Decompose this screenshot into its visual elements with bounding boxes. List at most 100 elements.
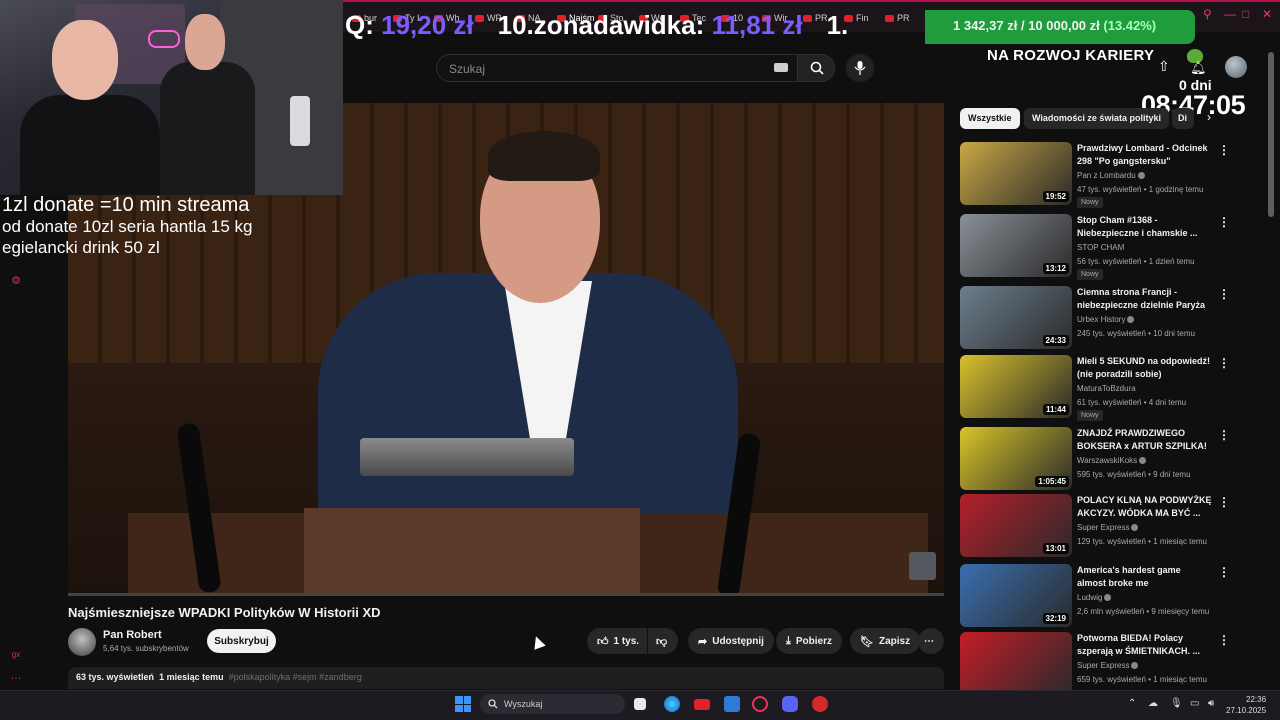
channel-avatar[interactable] bbox=[68, 628, 96, 656]
search-button[interactable] bbox=[797, 54, 835, 82]
maximize-icon[interactable]: □ bbox=[1242, 7, 1249, 21]
video-thumbnail[interactable]: 24:33 bbox=[960, 286, 1072, 349]
recommended-video[interactable]: 24:33 Ciemna strona Francji - niebezpiecz… bbox=[960, 286, 1260, 350]
subscribe-button[interactable]: Subskrybuj bbox=[207, 629, 276, 653]
recommended-video-channel[interactable]: Urbex History bbox=[1077, 315, 1135, 324]
channel-name[interactable]: Pan Robert bbox=[103, 629, 162, 641]
video-thumbnail[interactable]: 1:05:45 bbox=[960, 427, 1072, 490]
sidebar-scrollbar[interactable] bbox=[1268, 52, 1274, 217]
opera-gx-icon[interactable] bbox=[752, 696, 768, 712]
more-options-icon[interactable]: ⋮ bbox=[1218, 215, 1230, 229]
gear-icon[interactable]: ⚙ bbox=[9, 274, 23, 288]
more-options-icon[interactable]: ⋮ bbox=[1218, 287, 1230, 301]
video-thumbnail[interactable]: 19:52 bbox=[960, 142, 1072, 205]
youtube-app-icon[interactable] bbox=[694, 699, 710, 710]
video-duration: 13:12 bbox=[1042, 263, 1069, 274]
recommended-video[interactable]: 19:52 Prawdziwy Lombard - Odcinek 298 "Po… bbox=[960, 142, 1260, 208]
recommended-video-channel[interactable]: Pan z Lombardu bbox=[1077, 171, 1145, 180]
more-options-icon[interactable]: ⋮ bbox=[1218, 495, 1230, 509]
recommended-video-channel[interactable]: WarszawskiKoks bbox=[1077, 456, 1147, 465]
channel-name-text: Pan z Lombardu bbox=[1077, 171, 1136, 180]
recommended-video-channel[interactable]: Super Express bbox=[1077, 661, 1139, 670]
cloud-icon[interactable]: ☁ bbox=[1148, 698, 1158, 709]
recommended-video-title[interactable]: Stop Cham #1368 - Niebezpieczne i chamsk… bbox=[1077, 214, 1212, 240]
more-options-icon[interactable]: ⋮ bbox=[1218, 633, 1230, 647]
more-options-icon[interactable]: ⋮ bbox=[1218, 565, 1230, 579]
microphone-icon bbox=[854, 61, 866, 75]
video-thumbnail[interactable] bbox=[960, 632, 1072, 695]
notifications-bell-icon[interactable]: 🔔︎ bbox=[1190, 60, 1207, 76]
video-duration: 19:52 bbox=[1042, 191, 1069, 202]
dislike-button[interactable]: 👎︎ bbox=[648, 628, 678, 654]
recommended-video[interactable]: 11:44 Mieli 5 SEKUND na odpowiedź! (nie p… bbox=[960, 355, 1260, 421]
webcam-bottle bbox=[290, 96, 310, 146]
recommended-video-title[interactable]: ZNAJDŹ PRAWDZIWEGO BOKSERA x ARTUR SZPIL… bbox=[1077, 427, 1212, 453]
video-thumbnail[interactable]: 13:12 bbox=[960, 214, 1072, 277]
recommended-video-title[interactable]: Potworna BIEDA! Polacy szperają w ŚMIETN… bbox=[1077, 632, 1212, 658]
save-button[interactable]: 🔖︎ Zapisz bbox=[850, 628, 921, 654]
edge-browser-icon[interactable] bbox=[664, 696, 680, 712]
recommended-video-channel[interactable]: MaturaToBzdura bbox=[1077, 384, 1136, 393]
video-progress-bar[interactable] bbox=[68, 593, 944, 596]
voice-search-button[interactable] bbox=[846, 54, 874, 82]
snip-tool-icon[interactable] bbox=[724, 696, 740, 712]
recommended-video-channel[interactable]: Ludwig bbox=[1077, 593, 1112, 602]
recommended-video-title[interactable]: Prawdziwy Lombard - Odcinek 298 "Po gang… bbox=[1077, 142, 1212, 168]
ticker-item: 1. bbox=[827, 10, 849, 48]
chevron-right-icon[interactable]: › bbox=[1207, 110, 1211, 124]
more-options-icon[interactable]: ⋮ bbox=[1218, 143, 1230, 157]
download-button[interactable]: ⤓ Pobierz bbox=[776, 628, 842, 654]
obs-app-icon[interactable] bbox=[812, 696, 828, 712]
chip-all[interactable]: Wszystkie bbox=[960, 108, 1020, 129]
browser-search-icon[interactable]: ⚲ bbox=[1203, 7, 1212, 21]
minimize-icon[interactable]: — bbox=[1224, 7, 1236, 21]
account-avatar[interactable] bbox=[1225, 56, 1247, 78]
task-view-icon[interactable] bbox=[634, 698, 646, 710]
close-window-icon[interactable]: ✕ bbox=[1262, 7, 1272, 21]
recommended-video-channel[interactable]: Super Express bbox=[1077, 523, 1139, 532]
more-options-icon[interactable]: ⋮ bbox=[1218, 428, 1230, 442]
recommended-video-channel[interactable]: STOP CHAM bbox=[1077, 243, 1124, 252]
streamer-2-body bbox=[160, 62, 255, 195]
verified-check-icon bbox=[1127, 316, 1135, 324]
more-actions-button[interactable]: ⋯ bbox=[918, 628, 944, 654]
discord-icon[interactable] bbox=[782, 696, 798, 712]
more-options-icon[interactable]: ⋮ bbox=[1218, 356, 1230, 370]
taskbar-search-icon bbox=[488, 699, 498, 709]
upload-icon[interactable]: ⇧ bbox=[1158, 58, 1170, 75]
recommended-video[interactable]: 32:19 America's hardest game almost broke… bbox=[960, 564, 1260, 628]
search-input[interactable]: Szukaj bbox=[436, 54, 798, 82]
recommended-video[interactable]: 1:05:45 ZNAJDŹ PRAWDZIWEGO BOKSERA x ARTU… bbox=[960, 427, 1260, 491]
share-button[interactable]: ➦ Udostępnij bbox=[688, 628, 774, 654]
recommended-video[interactable]: 13:12 Stop Cham #1368 - Niebezpieczne i c… bbox=[960, 214, 1260, 280]
recommended-video-meta: 245 tys. wyświetleń • 10 dni temu bbox=[1077, 329, 1195, 338]
more-dots-icon[interactable]: … bbox=[9, 670, 23, 684]
video-thumbnail[interactable]: 11:44 bbox=[960, 355, 1072, 418]
taskbar-search-input[interactable]: Wyszukaj bbox=[480, 694, 625, 714]
recommended-video-meta: 595 tys. wyświetleń • 9 dni temu bbox=[1077, 470, 1191, 479]
taskbar-clock[interactable]: 22:36 27.10.2025 bbox=[1226, 694, 1266, 716]
stream-goal-label: NA ROZWOJ KARIERY bbox=[987, 47, 1155, 64]
recommended-video-title[interactable]: POLACY KLNĄ NA PODWYŻKĘ AKCYZY. WÓDKA MA… bbox=[1077, 494, 1212, 520]
recommended-video-title[interactable]: Mieli 5 SEKUND na odpowiedź! (nie poradz… bbox=[1077, 355, 1212, 381]
new-badge: Nowy bbox=[1077, 410, 1103, 421]
chip-more[interactable]: Di bbox=[1172, 108, 1194, 129]
chip-politics-news[interactable]: Wiadomości ze świata polityki bbox=[1024, 108, 1169, 129]
verified-check-icon bbox=[1137, 172, 1145, 180]
windows-start-icon[interactable] bbox=[455, 696, 471, 712]
description-tags[interactable]: #polskapolityka #sejm #zandberg bbox=[229, 672, 362, 682]
like-button[interactable]: 👍︎ 1 tys. bbox=[587, 628, 647, 654]
tray-chevron-icon[interactable]: ⌃ bbox=[1128, 698, 1136, 709]
video-thumbnail[interactable]: 13:01 bbox=[960, 494, 1072, 557]
video-thumbnail[interactable]: 32:19 bbox=[960, 564, 1072, 627]
recommended-video[interactable]: 13:01 POLACY KLNĄ NA PODWYŻKĘ AKCYZY. WÓD… bbox=[960, 494, 1260, 558]
keyboard-icon[interactable] bbox=[774, 63, 788, 72]
recommended-video[interactable]: Potworna BIEDA! Polacy szperają w ŚMIETN… bbox=[960, 632, 1260, 695]
recommended-video-title[interactable]: America's hardest game almost broke me bbox=[1077, 564, 1212, 590]
volume-icon[interactable]: 🔊︎ bbox=[1208, 698, 1214, 709]
download-label: Pobierz bbox=[795, 635, 832, 647]
mic-tray-icon[interactable]: 🎙︎ bbox=[1170, 698, 1183, 709]
display-icon[interactable]: ▭ bbox=[1190, 698, 1199, 709]
video-description[interactable]: 63 tys. wyświetleń 1 miesiąc temu #polsk… bbox=[68, 667, 944, 689]
recommended-video-title[interactable]: Ciemna strona Francji - niebezpieczne dz… bbox=[1077, 286, 1212, 312]
